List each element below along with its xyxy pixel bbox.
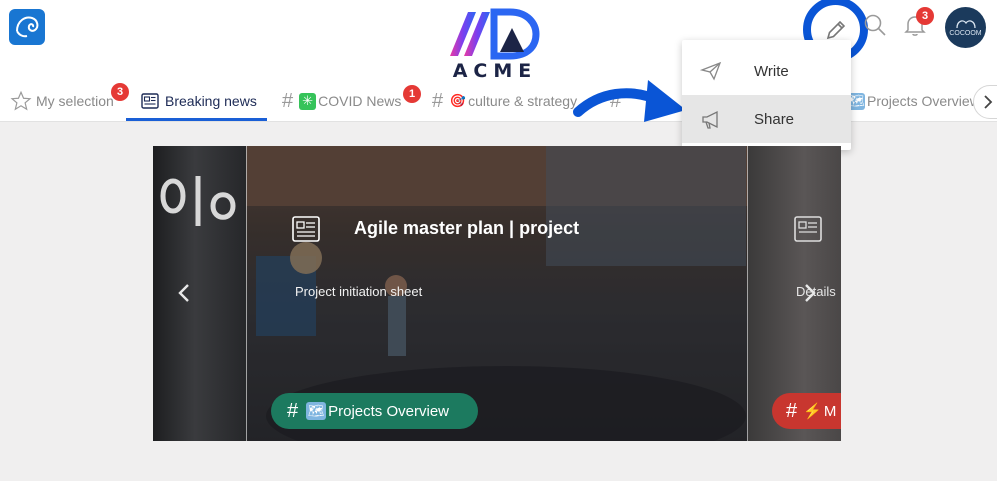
chip-label: M bbox=[823, 402, 837, 420]
newspaper-icon bbox=[794, 216, 822, 242]
tab-badge: 3 bbox=[111, 83, 129, 101]
tab-breaking-news[interactable]: Breaking news bbox=[140, 80, 257, 122]
carousel-next-arrow-icon[interactable] bbox=[800, 282, 820, 304]
notifications-badge: 3 bbox=[916, 7, 934, 25]
menu-item-label: Write bbox=[754, 62, 789, 80]
sparkle-emoji-icon: ✳ bbox=[299, 92, 317, 110]
tab-my-selection[interactable]: My selection bbox=[10, 80, 114, 122]
lightning-emoji-icon: ⚡ bbox=[803, 403, 822, 420]
hash-icon: # bbox=[287, 399, 299, 422]
star-icon bbox=[10, 90, 32, 111]
tab-label: COVID News bbox=[318, 93, 402, 109]
tab-label: culture & strategy bbox=[468, 93, 578, 109]
slide-subtitle: Project initiation sheet bbox=[295, 284, 423, 299]
menu-item-write[interactable]: Write bbox=[682, 47, 851, 95]
channel-chip-projects-overview[interactable]: # 🗺 Projects Overview bbox=[271, 393, 478, 429]
hash-icon: # bbox=[786, 399, 798, 422]
news-carousel: Agile master plan | project Project init… bbox=[153, 146, 841, 441]
avatar[interactable]: COCOOM bbox=[945, 7, 986, 48]
brand-logo[interactable]: ACME bbox=[440, 8, 550, 82]
tab-label: My selection bbox=[36, 93, 114, 109]
search-button[interactable] bbox=[860, 10, 890, 40]
cocoon-logo-icon bbox=[955, 20, 976, 29]
slide-divider bbox=[747, 146, 748, 441]
tab-culture-strategy[interactable]: # 🎯 culture & strategy bbox=[432, 80, 577, 122]
slide-image-icon bbox=[160, 176, 236, 226]
write-share-menu: Write Share bbox=[682, 40, 851, 150]
tab-projects-overview[interactable]: 🗺 Projects Overview bbox=[848, 80, 980, 122]
menu-item-label: Share bbox=[754, 110, 795, 128]
previous-slide[interactable] bbox=[153, 146, 246, 441]
tab-covid-news[interactable]: # ✳ COVID News bbox=[282, 80, 401, 122]
brand-name: ACME bbox=[452, 60, 538, 82]
map-emoji-icon: 🗺 bbox=[306, 402, 327, 420]
paper-plane-icon bbox=[699, 61, 722, 81]
chip-label: Projects Overview bbox=[328, 402, 449, 420]
megaphone-icon bbox=[702, 110, 718, 129]
tab-label: Breaking news bbox=[165, 93, 257, 109]
avatar-label: COCOOM bbox=[949, 30, 982, 37]
carousel-prev-arrow-icon[interactable] bbox=[174, 282, 194, 304]
newspaper-icon bbox=[292, 216, 320, 242]
hash-icon: # bbox=[282, 89, 294, 112]
search-icon bbox=[864, 14, 886, 36]
newspaper-icon bbox=[141, 93, 159, 109]
target-emoji-icon: 🎯 bbox=[449, 93, 466, 108]
active-tab-indicator bbox=[126, 118, 267, 121]
menu-item-share[interactable]: Share bbox=[682, 95, 851, 143]
annotation-arrow-icon bbox=[573, 80, 686, 122]
app-logo-icon[interactable] bbox=[9, 9, 45, 45]
pencil-icon bbox=[826, 20, 845, 39]
tab-label: Projects Overview bbox=[867, 93, 980, 109]
chevron-right-icon bbox=[984, 95, 993, 109]
slide-divider bbox=[246, 146, 247, 441]
tab-badge: 1 bbox=[403, 85, 421, 103]
brand-logo-icon bbox=[450, 8, 540, 60]
slide-title: Agile master plan | project bbox=[354, 218, 580, 238]
hash-icon: # bbox=[432, 89, 444, 112]
channel-chip-next[interactable]: # ⚡ M bbox=[772, 393, 841, 429]
